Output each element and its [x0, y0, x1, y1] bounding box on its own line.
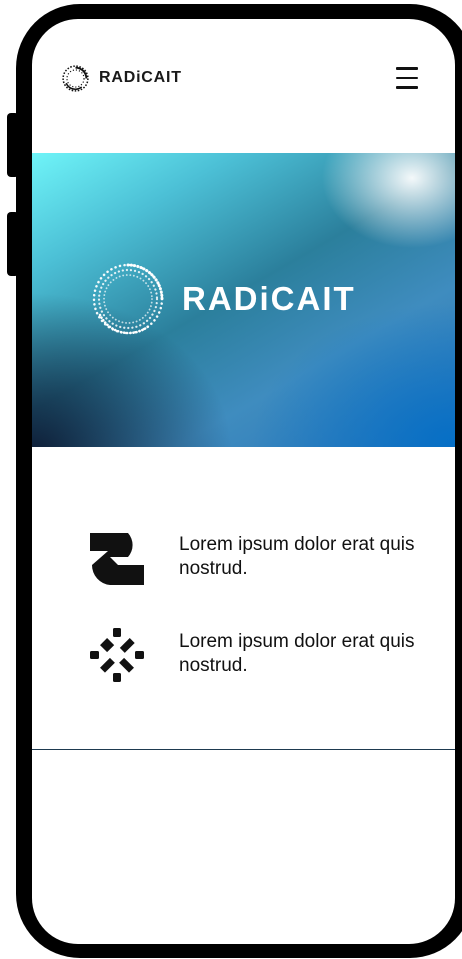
hamburger-menu-icon[interactable]	[396, 67, 418, 89]
scatter-cross-icon	[90, 628, 144, 682]
spiral-logo-icon	[62, 64, 89, 92]
section-divider	[32, 749, 455, 750]
brand-name: RADiCAIT	[99, 69, 182, 86]
brand-logo[interactable]: RADiCAIT	[60, 61, 182, 95]
feature-item: Lorem ipsum dolor erat quis nostrud.	[32, 616, 455, 686]
feature-text: Lorem ipsum dolor erat quis nostrud.	[179, 534, 415, 579]
wave-s-icon	[90, 533, 144, 585]
hero-logo: RADiCAIT	[88, 259, 356, 339]
feature-text: Lorem ipsum dolor erat quis nostrud.	[179, 631, 415, 676]
spiral-dots-icon	[92, 263, 164, 335]
hero-banner: RADiCAIT	[32, 153, 455, 447]
feature-item: Lorem ipsum dolor erat quis nostrud.	[32, 519, 455, 589]
phone-screen: RADiCAIT RADiCAIT Lorem ipsum dolor erat…	[32, 19, 455, 944]
site-header: RADiCAIT	[32, 19, 455, 153]
hero-brand-name: RADiCAIT	[182, 280, 356, 317]
